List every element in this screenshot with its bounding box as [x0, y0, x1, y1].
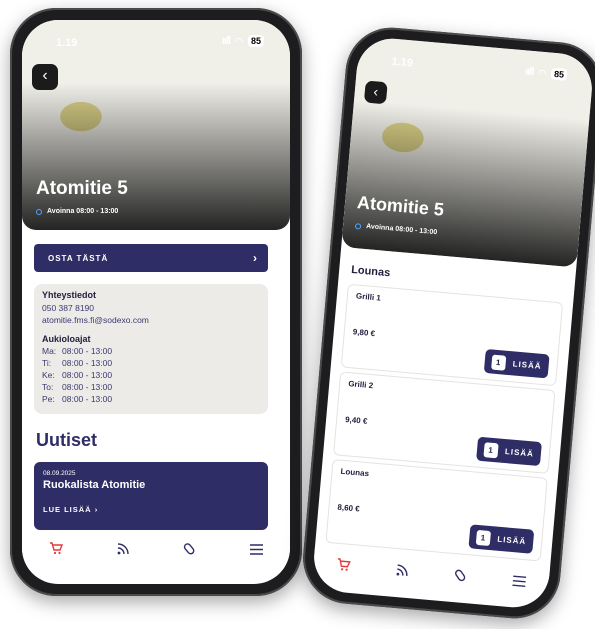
menu-item-card: Grilli 2 9,40 € 1 LISÄÄ	[333, 371, 556, 474]
news-title: Ruokalista Atomitie	[43, 479, 146, 491]
buy-here-button[interactable]: OSTA TÄSTÄ ›	[34, 244, 268, 272]
menu-item-price: 9,40 €	[344, 414, 368, 426]
chevron-right-icon: ›	[94, 505, 99, 514]
quantity-field[interactable]: 1	[491, 354, 507, 371]
email-link[interactable]: atomitie.fms.fi@sodexo.com	[42, 315, 149, 325]
menu-item-price: 9,80 €	[352, 327, 376, 339]
status-bar: 1.19 ııll ◠ 85	[22, 20, 290, 54]
hours-row: Ke: 08:00 - 13:00	[42, 370, 113, 380]
hours-heading: Aukioloajat	[42, 334, 91, 344]
add-to-cart-button[interactable]: 1 LISÄÄ	[476, 436, 542, 467]
quantity-field[interactable]: 1	[475, 529, 492, 546]
restaurant-title: Atomitie 5	[36, 178, 128, 199]
back-button[interactable]: ‹	[32, 64, 58, 90]
clock-icon	[36, 208, 42, 215]
signal-icon: ııll	[221, 35, 231, 47]
clock-icon	[354, 222, 362, 230]
menu-item-price: 8,60 €	[337, 502, 361, 514]
restaurant-title: Atomitie 5	[356, 192, 445, 220]
menu-item-card: Grilli 1 9,80 € 1 LISÄÄ	[340, 283, 564, 387]
wifi-icon: ◠	[537, 67, 547, 78]
info-card: Yhteystiedot 050 387 8190 atomitie.fms.f…	[34, 284, 268, 414]
status-time: 1.19	[391, 55, 414, 70]
status-time: 1.19	[56, 37, 78, 49]
right-phone: 1.19 ııll ◠ 85 ‹ Atomitie 5 Avoinna 08:0…	[299, 23, 595, 623]
right-phone-wrap: 1.19 ııll ◠ 85 ‹ Atomitie 5 Avoinna 08:0…	[299, 23, 595, 623]
rss-icon[interactable]	[386, 563, 417, 581]
menu-item-card: Lounas 8,60 € 1 LISÄÄ	[325, 459, 548, 562]
menu-icon[interactable]	[242, 543, 272, 558]
tab-bar	[22, 530, 290, 570]
read-more-link[interactable]: LUE LISÄÄ ›	[43, 505, 98, 514]
contact-heading: Yhteystiedot	[42, 290, 97, 300]
news-date: 08.09.2025	[43, 470, 76, 477]
add-to-cart-button[interactable]: 1 LISÄÄ	[468, 524, 535, 554]
hours-row: Pe: 08:00 - 13:00	[42, 394, 113, 404]
hours-row: Ti: 08:00 - 13:00	[42, 358, 113, 368]
news-card[interactable]: 08.09.2025 Ruokalista Atomitie LUE LISÄÄ…	[34, 462, 268, 530]
phone-link[interactable]: 050 387 8190	[42, 303, 94, 313]
rss-icon[interactable]	[108, 542, 138, 558]
menu-item-name: Lounas	[340, 466, 370, 479]
left-phone: 1.19 ııll ◠ 85 ‹ Atomitie 5 Avoinna 08:0…	[10, 8, 302, 596]
back-button[interactable]: ‹	[363, 80, 388, 105]
left-screen: 1.19 ııll ◠ 85 ‹ Atomitie 5 Avoinna 08:0…	[22, 20, 290, 584]
cart-icon[interactable]	[327, 557, 358, 576]
news-heading: Uutiset	[36, 430, 98, 450]
quantity-field[interactable]: 1	[483, 441, 499, 458]
opening-status: Avoinna 08:00 - 13:00	[36, 208, 118, 215]
battery-icon: 85	[550, 67, 568, 81]
hours-row: Ma: 08:00 - 13:00	[42, 346, 113, 356]
hours-row: To: 08:00 - 13:00	[42, 382, 113, 392]
chevron-right-icon: ›	[253, 251, 258, 265]
menu-item-name: Grilli 1	[355, 291, 382, 303]
section-heading: Lounas	[350, 263, 391, 280]
opening-status: Avoinna 08:00 - 13:00	[354, 222, 437, 236]
signal-icon: ııll	[524, 65, 534, 79]
tag-icon[interactable]	[445, 567, 476, 586]
battery-icon: 85	[247, 35, 264, 47]
menu-icon[interactable]	[504, 573, 535, 591]
wifi-icon: ◠	[235, 35, 243, 46]
tag-icon[interactable]	[175, 542, 205, 558]
right-screen: 1.19 ııll ◠ 85 ‹ Atomitie 5 Avoinna 08:0…	[311, 35, 595, 611]
menu-item-name: Grilli 2	[347, 379, 374, 391]
add-to-cart-button[interactable]: 1 LISÄÄ	[483, 348, 550, 379]
cart-icon[interactable]	[41, 542, 71, 558]
